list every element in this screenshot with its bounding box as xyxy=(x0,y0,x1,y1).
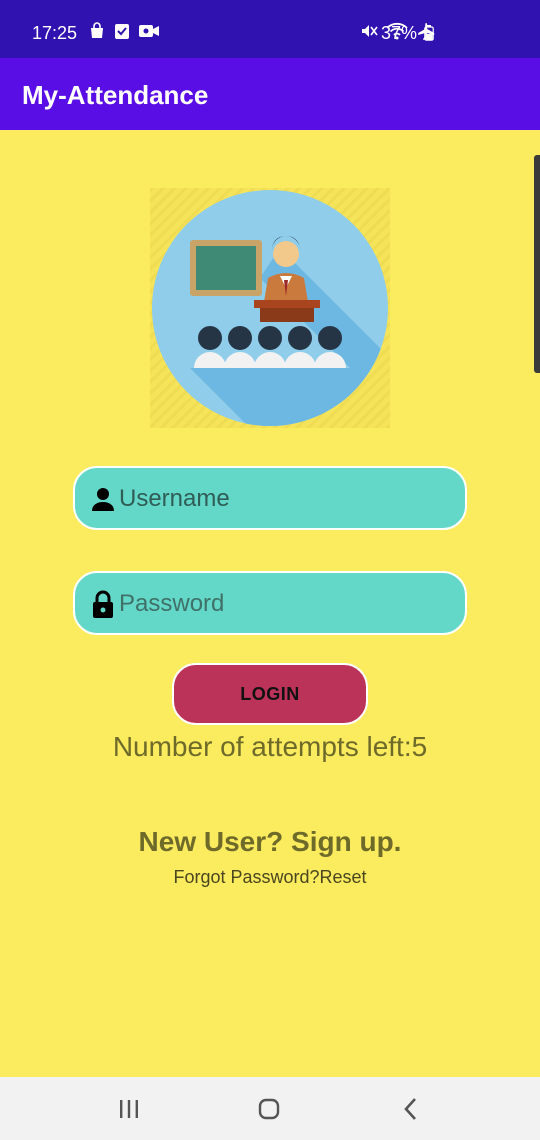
forgot-password-link[interactable]: Forgot Password?Reset xyxy=(0,867,540,888)
back-icon[interactable] xyxy=(396,1095,426,1123)
scrollbar[interactable] xyxy=(534,155,540,373)
classroom-teacher-icon xyxy=(150,188,390,428)
app-bar: My-Attendance xyxy=(0,58,540,130)
attempts-left-text: Number of attempts left:5 xyxy=(112,731,428,762)
battery-icon xyxy=(424,25,434,41)
battery-percent: 37% xyxy=(381,23,418,43)
system-nav-bar xyxy=(0,1077,540,1140)
password-field[interactable]: Password xyxy=(73,571,467,635)
recents-icon[interactable] xyxy=(114,1095,144,1123)
signup-link[interactable]: New User? Sign up. xyxy=(0,826,540,858)
checklist-icon xyxy=(115,24,129,39)
app-title: My-Attendance xyxy=(22,80,209,110)
status-time: 17:25 xyxy=(32,23,78,43)
shopping-bag-icon xyxy=(91,22,103,38)
login-button[interactable]: LOGIN xyxy=(172,663,368,725)
lock-icon xyxy=(93,590,113,618)
person-icon xyxy=(92,488,114,511)
username-placeholder: Username xyxy=(119,485,230,512)
status-bar: 17:25 37% xyxy=(0,0,540,58)
password-placeholder: Password xyxy=(119,590,225,617)
username-field[interactable]: Username xyxy=(73,466,467,530)
status-left-icons xyxy=(88,22,160,40)
video-call-icon xyxy=(139,25,159,37)
home-icon[interactable] xyxy=(254,1095,284,1123)
mute-icon xyxy=(362,25,378,37)
